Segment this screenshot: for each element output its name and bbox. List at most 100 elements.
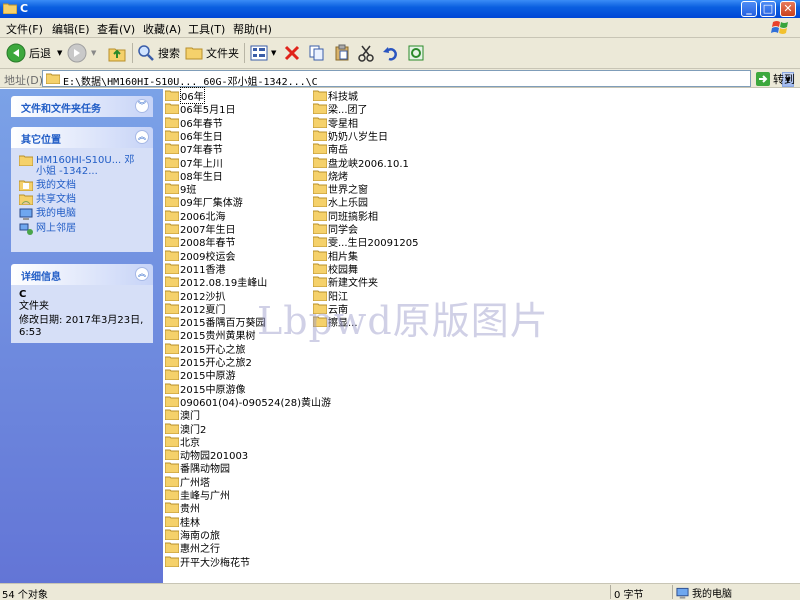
folder-icon: [165, 343, 179, 354]
folder-item[interactable]: 2015中原游: [165, 368, 236, 382]
forward-button[interactable]: ▼: [67, 42, 96, 64]
collapse-chevron-icon[interactable]: ︽: [135, 130, 149, 144]
folder-item-label: 06年5月1日: [180, 105, 236, 116]
search-icon: [138, 45, 154, 61]
folder-icon: [19, 155, 33, 166]
cut-button[interactable]: [357, 42, 375, 64]
sync-icon: [408, 45, 424, 61]
folder-item[interactable]: 南岳: [313, 142, 348, 156]
folder-item[interactable]: 2015贵州黄果树: [165, 328, 256, 342]
details-title: 详细信息: [21, 272, 61, 283]
menu-edit[interactable]: 编辑(E): [52, 21, 90, 37]
folder-item[interactable]: 澳门: [165, 408, 200, 422]
sync-button[interactable]: [407, 42, 425, 64]
go-button[interactable]: 转到: [756, 70, 795, 87]
folder-item[interactable]: 新建文件夹: [313, 275, 378, 289]
folder-icon: [165, 369, 179, 380]
folder-icon: [165, 143, 179, 154]
other-place-my-computer[interactable]: 我的电脑: [19, 208, 145, 220]
folder-icon: [165, 502, 179, 513]
folder-item[interactable]: 水上乐园: [313, 195, 368, 209]
folder-item[interactable]: 雯...生日20091205: [313, 235, 418, 249]
folder-item-label: 2015贵州黄果树: [180, 331, 256, 342]
folder-item-label: 07年春节: [180, 145, 223, 156]
folder-icon: [313, 157, 327, 168]
expand-chevron-icon[interactable]: ︾: [135, 99, 149, 113]
folder-icon: [165, 303, 179, 314]
menu-file[interactable]: 文件(F): [6, 21, 43, 37]
maximize-button[interactable]: □: [760, 1, 776, 17]
search-button[interactable]: 搜索: [137, 42, 180, 64]
folder-icon: [313, 183, 327, 194]
collapse-chevron-icon[interactable]: ︽: [135, 267, 149, 281]
other-place-shared-documents[interactable]: 共享文档: [19, 194, 145, 205]
menu-help[interactable]: 帮助(H): [233, 21, 272, 37]
folder-icon: [165, 409, 179, 420]
window-title: C: [20, 2, 29, 15]
copy-button[interactable]: [308, 42, 326, 64]
undo-button[interactable]: [382, 42, 400, 64]
folder-icon: [165, 436, 179, 447]
details-name: C: [19, 289, 27, 300]
folder-icon: [313, 117, 327, 128]
up-folder-button[interactable]: [107, 42, 127, 64]
folder-icon: [165, 170, 179, 181]
folder-icon: [313, 103, 327, 114]
menu-view[interactable]: 查看(V): [97, 21, 135, 37]
address-path: E:\数据\HM160HI-S10U... 60G-邓小姐-1342...\C: [63, 77, 318, 88]
folder-icon: [3, 3, 17, 14]
folder-icon: [165, 556, 179, 567]
folder-item[interactable]: 09年厂集体游: [165, 195, 243, 209]
folders-button[interactable]: 文件夹: [185, 42, 239, 64]
folder-item[interactable]: 开平大沙梅花节: [165, 555, 250, 569]
folder-icon: [165, 489, 179, 500]
other-place-network[interactable]: 网上邻居: [19, 223, 145, 235]
folder-icon: [165, 130, 179, 141]
copy-icon: [309, 45, 324, 61]
file-folder-tasks-header[interactable]: 文件和文件夹任务 ︾: [11, 96, 153, 117]
back-label: 后退: [29, 47, 51, 60]
folder-item[interactable]: 07年春节: [165, 142, 223, 156]
folder-item[interactable]: 惠州之行: [165, 541, 220, 555]
folder-item[interactable]: 06年5月1日: [165, 102, 236, 116]
other-places-header[interactable]: 其它位置 ︽: [11, 127, 153, 148]
folder-item[interactable]: 梁...团了: [313, 102, 368, 116]
menu-bar: 文件(F) 编辑(E) 查看(V) 收藏(A) 工具(T) 帮助(H): [0, 18, 800, 38]
paste-icon: [335, 44, 349, 61]
menu-tools[interactable]: 工具(T): [188, 21, 225, 37]
folder-item-label: 贵州: [180, 504, 200, 515]
close-button[interactable]: ✕: [780, 1, 796, 17]
details-header[interactable]: 详细信息 ︽: [11, 264, 153, 285]
folder-item[interactable]: 番隅动物园: [165, 461, 230, 475]
paste-button[interactable]: [333, 42, 351, 64]
windows-logo-icon: [771, 21, 788, 34]
back-arrow-icon: [6, 43, 26, 63]
folder-icon: [165, 250, 179, 261]
folder-item[interactable]: 2008年春节: [165, 235, 235, 249]
minimize-button[interactable]: _: [741, 1, 757, 17]
forward-dropdown-icon[interactable]: ▼: [91, 49, 96, 57]
views-button[interactable]: ▼: [250, 42, 276, 64]
status-size: 0 字节: [614, 590, 644, 600]
network-places-icon: [19, 223, 33, 235]
folder-item-label: 2015中原游: [180, 371, 236, 382]
folder-icon: [313, 276, 327, 287]
folder-icon: [165, 210, 179, 221]
title-bar[interactable]: C _ □ ✕: [0, 0, 800, 18]
menu-favorites[interactable]: 收藏(A): [143, 21, 181, 37]
views-dropdown-icon[interactable]: ▼: [271, 49, 276, 57]
folder-icon: [165, 423, 179, 434]
folder-icon: [165, 396, 179, 407]
delete-button[interactable]: [283, 42, 301, 64]
address-input[interactable]: E:\数据\HM160HI-S10U... 60G-邓小姐-1342...\C …: [42, 70, 794, 88]
folder-item-label: 09年厂集体游: [180, 198, 243, 209]
folder-item[interactable]: 奶奶八岁生日: [313, 129, 388, 143]
other-place-my-documents[interactable]: 我的文档: [19, 180, 145, 191]
back-button[interactable]: 后退 ▼: [6, 42, 62, 64]
back-dropdown-icon[interactable]: ▼: [57, 49, 62, 57]
folder-item[interactable]: 2012.08.19圭峰山: [165, 275, 267, 289]
folder-item[interactable]: 贵州: [165, 501, 200, 515]
other-place-parent-folder[interactable]: HM160HI-S10U... 邓小姐 -1342...: [19, 155, 145, 177]
folder-icon: [313, 196, 327, 207]
folder-icon: [165, 276, 179, 287]
